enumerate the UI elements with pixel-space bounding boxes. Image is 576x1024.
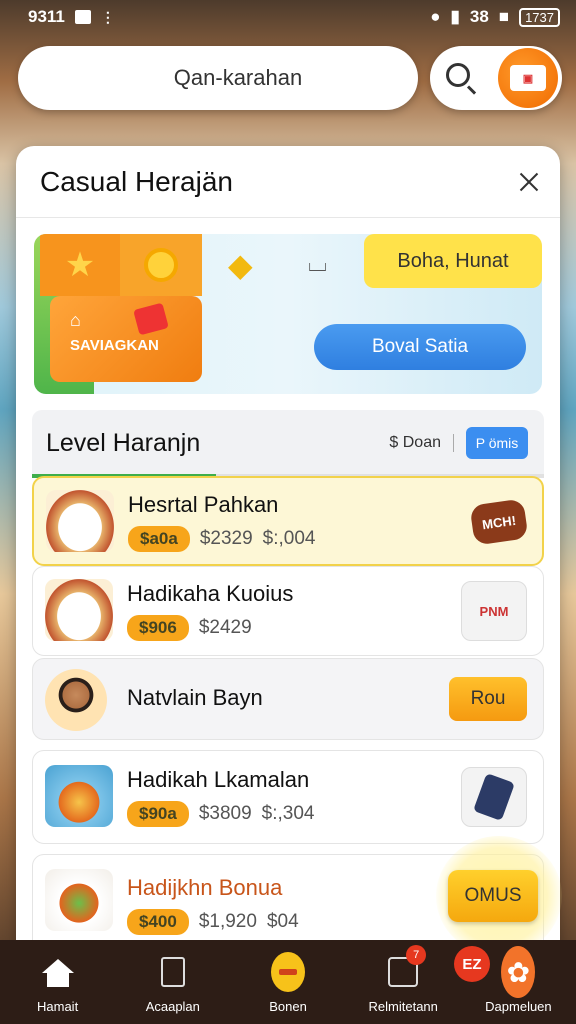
document-icon <box>160 957 185 987</box>
panel-title: Casual Herajän <box>40 165 233 197</box>
coin-icon <box>144 248 178 282</box>
menu-badge-icon[interactable]: MCH! <box>469 498 529 546</box>
item-prices: $906 $2429 <box>127 615 252 641</box>
item-name: Hadijkhn Bonua <box>127 875 283 900</box>
battery-indicator: 1737 <box>519 7 560 27</box>
banner-star-tile: ★ <box>40 234 120 296</box>
price-secondary: $04 <box>266 911 299 932</box>
item-name: Hadikaha Kuoius <box>127 581 294 606</box>
promo-label[interactable]: Boha, Hunat <box>364 234 542 288</box>
nav-item-home[interactable]: Hamait <box>0 940 115 1024</box>
ez-badge[interactable]: EZ <box>454 946 490 982</box>
price-primary: $2429 <box>198 617 252 638</box>
list-item[interactable]: Natvlain Bayn Rou <box>32 658 544 740</box>
home-icon <box>41 959 74 987</box>
nav-label: Dapmeluen <box>485 999 552 1014</box>
level-title: Level Haranjn <box>46 428 201 457</box>
signal-icon: ▮ <box>450 7 460 26</box>
bonus-icon <box>271 952 305 992</box>
nav-label: Acaaplan <box>145 999 200 1014</box>
status-signal: 38 <box>469 7 489 26</box>
banner-sub-card[interactable]: ⌂ SAVIAGKAN <box>50 296 202 382</box>
food-thumbnail <box>45 579 113 641</box>
price-badge: $400 <box>127 909 189 935</box>
list-item[interactable]: Hadikah Lkamalan $90a $3809 $:,304 <box>32 750 544 844</box>
notification-badge: 7 <box>406 945 427 965</box>
banner-cta-button[interactable]: Boval Satia <box>314 324 526 370</box>
phone-icon[interactable] <box>461 767 527 827</box>
status-left: 9311 ⋮ <box>28 7 115 27</box>
drink-thumbnail <box>45 765 113 827</box>
nav-item-plan[interactable]: Acaaplan <box>115 940 230 1024</box>
gift-box-icon[interactable]: PNM <box>461 581 527 641</box>
food-thumbnail <box>46 490 114 552</box>
price-badge: $90a <box>127 801 189 827</box>
bag-icon: ◆ <box>228 247 253 283</box>
bathtub-icon: ⌴ <box>308 250 328 277</box>
item-prices: $a0a $2329 $:,004 <box>128 526 316 552</box>
price-secondary: $:,304 <box>261 803 315 824</box>
nav-item-notifications[interactable]: 7 Relmitetann <box>346 940 461 1024</box>
brand-logo-icon: ▣ <box>510 65 546 91</box>
bottom-nav: Hamait Acaaplan Bonen 7 Relmitetann ✿ Da… <box>0 940 576 1024</box>
price-primary: $3809 <box>198 803 252 824</box>
close-icon[interactable] <box>514 167 544 197</box>
level-right: $ Doan P ömis <box>389 427 528 459</box>
level-amount: $ Doan <box>389 434 454 452</box>
square-icon: ■ <box>498 7 510 26</box>
price-badge: $a0a <box>128 526 190 552</box>
notification-icon <box>74 10 91 24</box>
list-item[interactable]: Hadikaha Kuoius $906 $2429 PNM <box>32 566 544 656</box>
level-bar: Level Haranjn $ Doan P ömis <box>32 410 544 476</box>
price-badge: $906 <box>127 615 189 641</box>
level-button[interactable]: P ömis <box>466 427 528 459</box>
panel-header: Casual Herajän <box>16 146 560 218</box>
price-primary: $2329 <box>199 528 253 549</box>
flower-icon: ✿ <box>501 946 536 998</box>
status-right: ● ▮ 38 ■ 1737 <box>430 7 560 27</box>
profile-avatar[interactable]: ▣ <box>498 48 558 108</box>
item-name: Hadikah Lkamalan <box>127 767 310 792</box>
list-item[interactable]: Hesrtal Pahkan $a0a $2329 $:,004 MCH! <box>32 476 544 566</box>
status-time: 9311 <box>28 7 65 26</box>
nav-label: Hamait <box>37 999 79 1014</box>
food-thumbnail <box>45 869 113 931</box>
star-icon: ★ <box>64 246 96 284</box>
item-prices: $90a $3809 $:,304 <box>127 801 315 827</box>
floating-action-button[interactable]: OMUS <box>448 870 538 922</box>
person-avatar <box>45 669 107 731</box>
price-primary: $1,920 <box>198 911 257 932</box>
nav-item-bonus[interactable]: Bonen <box>230 940 345 1024</box>
nav-label: Bonen <box>269 999 307 1014</box>
banner-sub-label: SAVIAGKAN <box>70 337 159 354</box>
search-icon <box>446 63 470 87</box>
price-secondary: $:,004 <box>262 528 316 549</box>
location-icon: ● <box>430 7 441 26</box>
dots-icon: ⋮ <box>100 9 115 25</box>
search-input[interactable]: Qan-karahan <box>18 46 418 110</box>
status-bar: 9311 ⋮ ● ▮ 38 ■ 1737 <box>0 0 576 34</box>
item-name: Hesrtal Pahkan <box>128 492 279 517</box>
main-panel: Casual Herajän ★ ◆ ⌴ Boha, Hunat ⌂ SAVIA… <box>16 146 560 946</box>
nav-label: Relmitetann <box>368 999 438 1014</box>
banner-coin-tile <box>120 234 202 296</box>
promo-banner[interactable]: ★ ◆ ⌴ Boha, Hunat ⌂ SAVIAGKAN Boval Sati… <box>34 234 542 394</box>
item-name: Natvlain Bayn <box>127 685 263 710</box>
item-prices: $400 $1,920 $04 <box>127 909 299 935</box>
item-action-button[interactable]: Rou <box>449 677 527 721</box>
